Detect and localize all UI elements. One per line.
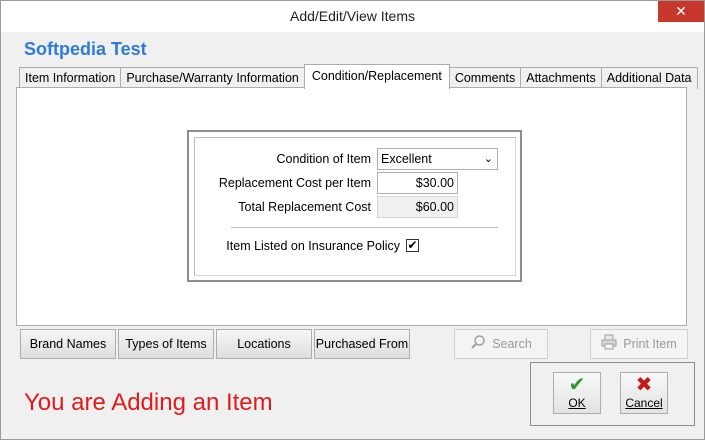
purchased-from-label: Purchased From [315,337,409,351]
locations-button[interactable]: Locations [216,329,312,359]
tab-additional-data[interactable]: Additional Data [600,67,698,89]
types-of-items-label: Types of Items [125,337,207,351]
condition-label: Condition of Item [276,152,372,166]
ok-button[interactable]: ✔ OK [553,372,601,414]
print-item-label: Print Item [623,337,677,351]
close-window-button[interactable]: ✕ [658,1,704,22]
cancel-label: Cancel [625,396,663,410]
ok-check-icon: ✔ [568,374,586,396]
condition-select-value: Excellent [381,152,432,166]
window-title: Add/Edit/View Items [289,8,416,24]
status-message: You are Adding an Item [24,389,273,416]
tab-attachments[interactable]: Attachments [520,67,602,89]
replacement-cost-label: Replacement Cost per Item [218,176,371,190]
condition-group-inner: Condition of Item Excellent ⌄ Replacemen… [194,137,516,276]
tab-comments[interactable]: Comments [448,67,522,89]
insurance-checkbox[interactable]: ✔ [406,239,419,252]
tab-purchase-warranty-information[interactable]: Purchase/Warranty Information [120,67,305,89]
checkmark-icon: ✔ [407,238,418,252]
close-icon: ✕ [675,3,687,19]
brand-names-label: Brand Names [29,337,107,351]
purchased-from-button[interactable]: Purchased From [314,329,410,359]
tab-condition-replacement[interactable]: Condition/Replacement [303,64,450,89]
locations-label: Locations [237,337,291,351]
app-title: Softpedia Test [24,39,147,59]
action-buttons-box: ✔ OK ✖ Cancel [530,362,695,426]
add-edit-view-items-window: Add/Edit/View Items ✕ Softpedia Test Ite… [0,0,705,440]
chevron-down-icon: ⌄ [483,153,493,165]
ok-label: OK [568,396,586,410]
search-label: Search [492,337,532,351]
brand-names-button[interactable]: Brand Names [20,329,116,359]
print-item-button[interactable]: Print Item [590,329,688,359]
condition-select[interactable]: Excellent ⌄ [377,148,498,170]
group-divider [231,227,498,228]
title-bar: Add/Edit/View Items ✕ [1,1,704,32]
search-button[interactable]: Search [454,329,548,359]
tab-bar: Item Information Purchase/Warranty Infor… [19,64,698,89]
printer-icon [601,334,617,350]
total-cost-value: $60.00 [377,196,458,218]
search-icon [471,335,485,349]
condition-replacement-panel: Condition of Item Excellent ⌄ Replacemen… [16,87,687,326]
cancel-x-icon: ✖ [635,374,653,396]
condition-group-box: Condition of Item Excellent ⌄ Replacemen… [187,130,522,282]
types-of-items-button[interactable]: Types of Items [118,329,214,359]
cancel-button[interactable]: ✖ Cancel [620,372,668,414]
insurance-label: Item Listed on Insurance Policy [226,239,400,253]
tab-item-information[interactable]: Item Information [19,67,122,89]
replacement-cost-input[interactable]: $30.00 [377,172,458,194]
total-cost-label: Total Replacement Cost [238,200,371,214]
